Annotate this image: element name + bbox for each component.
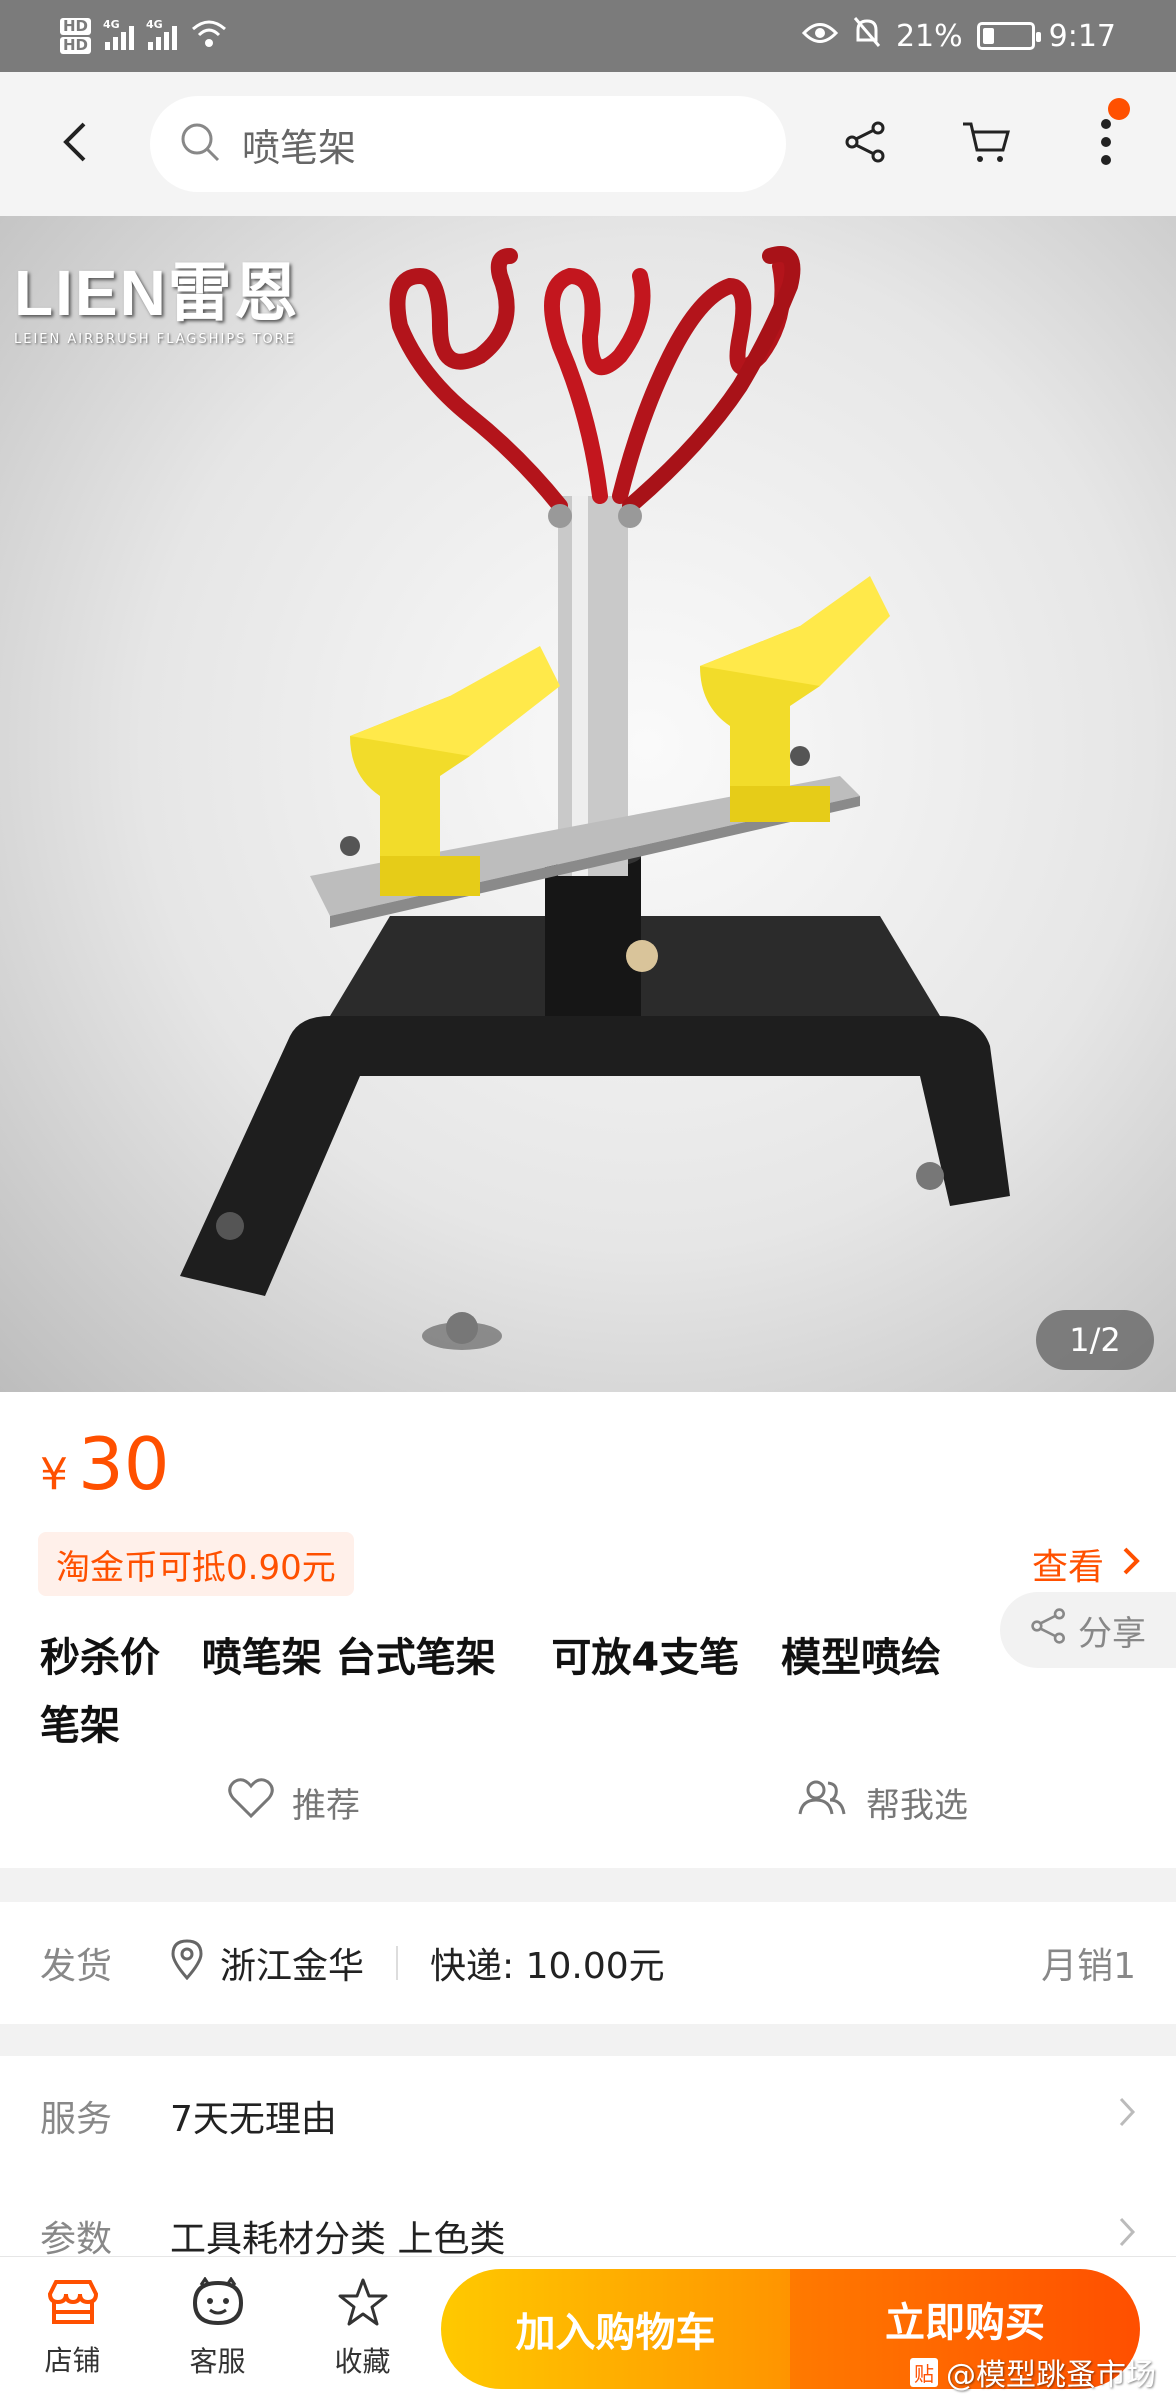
chevron-right-icon <box>1118 2216 1136 2257</box>
watermark-tag: 贴 <box>910 2357 938 2387</box>
service-label: 服务 <box>40 2099 113 2140</box>
back-arrow-icon <box>60 120 90 168</box>
location-pin-icon <box>170 1938 204 1989</box>
view-coin-link[interactable]: 查看 <box>1032 1532 1140 1596</box>
brand-logo-text: LIEN雷恩 <box>14 257 300 329</box>
shipping-fee: 快递: 10.00元 <box>430 1946 665 1987</box>
search-query: 喷笔架 <box>242 125 357 170</box>
network-type-1: 4G <box>103 18 120 31</box>
status-left: HD HD 4G 4G <box>60 18 227 54</box>
eye-icon <box>801 19 838 54</box>
view-link-label: 查看 <box>1031 1547 1104 1588</box>
product-info-card: ¥ 30 淘金币可抵0.90元 查看 秒杀价 喷笔架 台式笔架 可放4支笔 模型… <box>0 1392 1176 1868</box>
customer-service-icon <box>191 2276 245 2334</box>
add-to-cart-button[interactable]: 加入购物车 <box>441 2269 790 2389</box>
store-label: 店铺 <box>44 2344 101 2377</box>
customer-service-tab[interactable]: 客服 <box>145 2276 290 2380</box>
monthly-sales: 月销1 <box>1041 1946 1136 1987</box>
share-button[interactable] <box>806 72 926 216</box>
cart-icon <box>961 120 1011 168</box>
status-right: 21% 9:17 <box>801 16 1116 56</box>
location-text: 浙江金华 <box>220 1946 365 1987</box>
customer-service-label: 客服 <box>189 2345 246 2378</box>
people-icon <box>796 1778 848 1827</box>
service-row[interactable]: 服务 7天无理由 <box>40 2056 1136 2176</box>
delivery-row[interactable]: 发货 浙江金华 快递: 10.00元 月销1 <box>0 1902 1176 2024</box>
product-detail-page: HD HD 4G 4G 21% 9:17 喷笔架 LIEN雷恩 LEIEN AI… <box>0 0 1176 2400</box>
product-actions: 推荐 帮我选 <box>0 1762 1176 1842</box>
service-value: 7天无理由 <box>170 2099 337 2140</box>
search-icon <box>178 120 222 168</box>
share-icon <box>1030 1607 1068 1654</box>
top-nav: 喷笔架 <box>0 72 1176 216</box>
product-image-carousel[interactable]: LIEN雷恩 LEIEN AIRBRUSH FLAGSHIPS TORE 1/2 <box>0 216 1176 1392</box>
more-button[interactable] <box>1046 72 1166 216</box>
battery-percent: 21% <box>895 18 963 54</box>
bottom-action-bar: 店铺 客服 收藏 加入购物车 立即购买 贴 @模型跳蚤市场 <box>0 2256 1176 2400</box>
status-bar: HD HD 4G 4G 21% 9:17 <box>0 0 1176 72</box>
delivery-label: 发货 <box>40 1946 113 1987</box>
clock: 9:17 <box>1048 18 1116 54</box>
share-pill-button[interactable]: 分享 <box>1000 1592 1176 1668</box>
notification-dot <box>1108 98 1130 120</box>
store-tab[interactable]: 店铺 <box>0 2278 145 2379</box>
hd-badge-2: HD <box>60 37 92 54</box>
share-label: 分享 <box>1078 1613 1146 1654</box>
currency-symbol: ¥ <box>40 1449 68 1500</box>
watermark: 贴 @模型跳蚤市场 <box>910 2350 1156 2394</box>
help-choose-button[interactable]: 帮我选 <box>588 1762 1176 1842</box>
signal-icon-2: 4G <box>146 18 178 50</box>
delivery-location: 浙江金华 <box>170 1937 364 1989</box>
store-icon <box>46 2278 100 2333</box>
star-icon <box>337 2277 389 2334</box>
more-icon <box>1100 118 1112 170</box>
battery-fill <box>982 28 994 44</box>
battery-icon <box>976 22 1041 50</box>
help-choose-label: 帮我选 <box>866 1785 968 1826</box>
params-label: 参数 <box>40 2219 113 2260</box>
coin-discount-badge: 淘金币可抵0.90元 <box>38 1532 354 1596</box>
network-type-2: 4G <box>146 18 163 31</box>
brand-logo-subtext: LEIEN AIRBRUSH FLAGSHIPS TORE <box>14 332 297 347</box>
share-icon <box>844 120 888 168</box>
cart-button[interactable] <box>926 72 1046 216</box>
favorite-tab[interactable]: 收藏 <box>290 2277 435 2380</box>
watermark-text: @模型跳蚤市场 <box>946 2358 1156 2393</box>
recommend-label: 推荐 <box>292 1785 360 1826</box>
params-value: 工具耗材分类 上色类 <box>170 2219 506 2260</box>
heart-icon <box>228 1777 274 1828</box>
chevron-right-icon <box>1122 1544 1140 1585</box>
bell-off-icon <box>852 16 882 56</box>
price-value: 30 <box>78 1422 170 1506</box>
favorite-label: 收藏 <box>334 2345 391 2378</box>
signal-icon-1: 4G <box>103 18 135 50</box>
brand-logo: LIEN雷恩 LEIEN AIRBRUSH FLAGSHIPS TORE <box>14 242 300 347</box>
recommend-button[interactable]: 推荐 <box>0 1762 588 1842</box>
divider <box>396 1946 399 1980</box>
image-counter: 1/2 <box>1036 1310 1154 1370</box>
search-bar[interactable]: 喷笔架 <box>150 96 786 192</box>
product-photo <box>180 246 1010 1350</box>
back-button[interactable] <box>0 72 150 216</box>
chevron-right-icon <box>1118 2096 1136 2137</box>
hd-badges: HD HD <box>60 18 92 54</box>
price: ¥ 30 <box>40 1422 170 1506</box>
hd-badge-1: HD <box>60 18 92 35</box>
product-title: 秒杀价 喷笔架 台式笔架 可放4支笔 模型喷绘笔架 <box>40 1635 942 1749</box>
wifi-icon <box>191 19 227 54</box>
